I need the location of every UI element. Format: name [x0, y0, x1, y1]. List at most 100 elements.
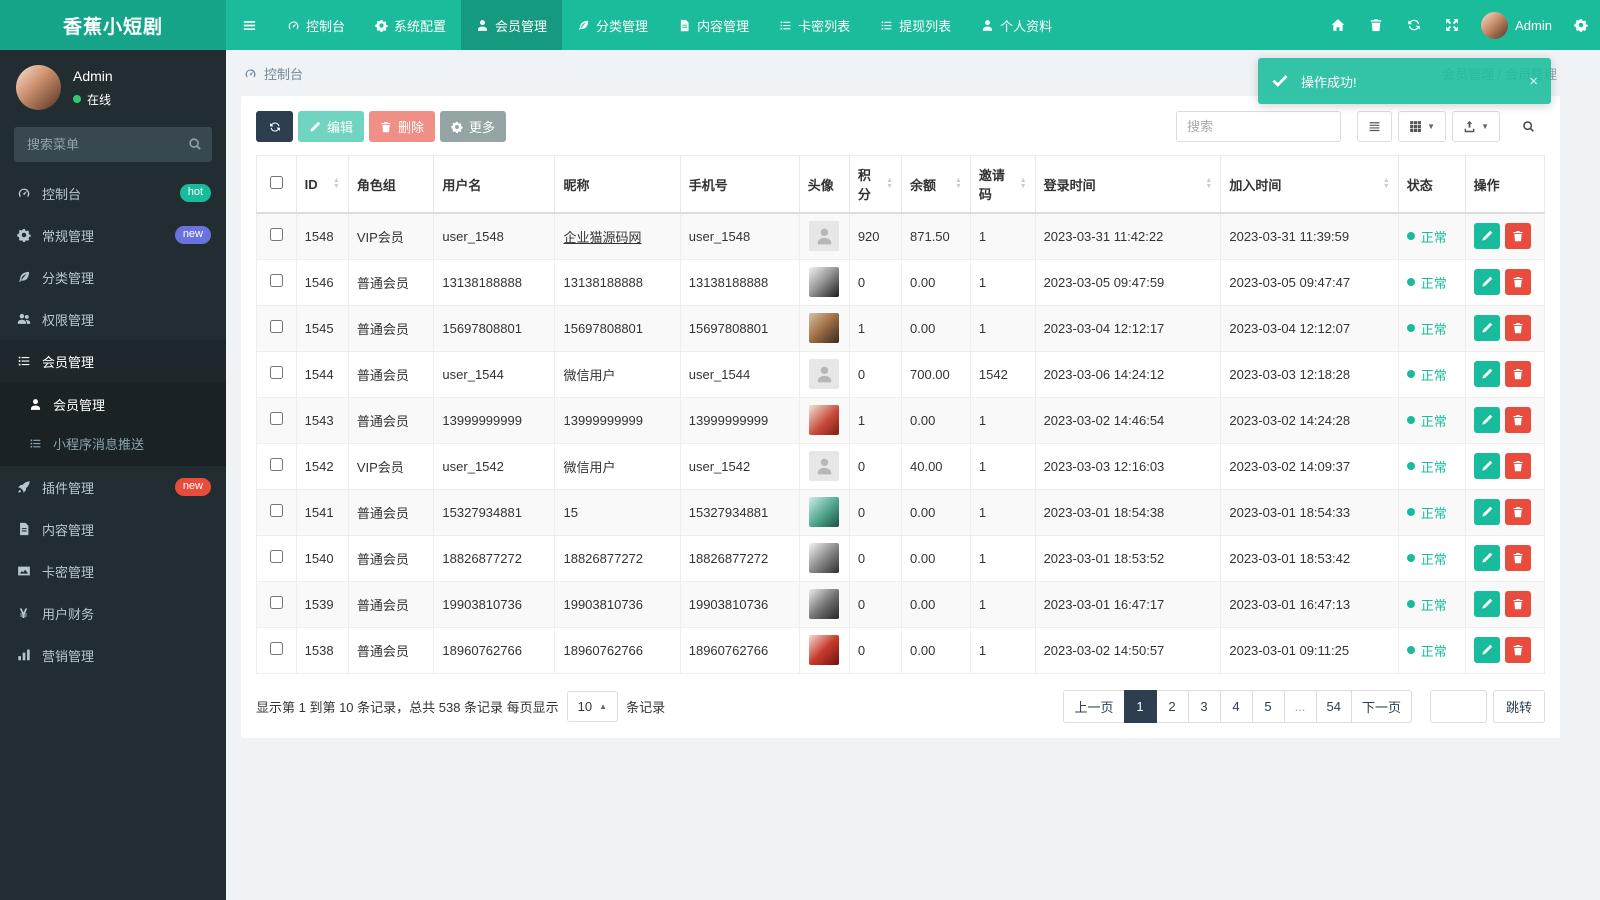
page-button[interactable]: 54 [1315, 689, 1352, 723]
delete-button[interactable]: 删除 [369, 111, 436, 142]
topnav-item[interactable]: 系统配置 [360, 0, 461, 50]
delete-row-button[interactable] [1504, 453, 1531, 479]
detail-view-button[interactable] [1357, 111, 1393, 142]
row-checkbox[interactable] [269, 550, 283, 563]
search-toggle-button[interactable] [1512, 111, 1545, 142]
sidebar-item[interactable]: 会员管理 [0, 340, 226, 382]
delete-row-button[interactable] [1504, 499, 1531, 525]
sidebar-search-input[interactable] [14, 127, 212, 162]
sidebar-item[interactable]: 营销管理 [0, 634, 226, 676]
edit-row-button[interactable] [1473, 499, 1500, 525]
cell-username: 15697808801 [433, 304, 556, 352]
row-checkbox[interactable] [269, 366, 283, 379]
delete-row-button[interactable] [1504, 315, 1531, 341]
edit-row-button[interactable] [1473, 269, 1500, 295]
topnav-item[interactable]: 内容管理 [663, 0, 764, 50]
edit-row-button[interactable] [1473, 453, 1500, 479]
toast-close-button[interactable]: × [1529, 74, 1538, 89]
sidebar-toggle-button[interactable] [226, 0, 272, 50]
sidebar-subitem[interactable]: 小程序消息推送 [0, 424, 226, 463]
pagination: 上一页 1 2 3 4 5... 54 下一页 [1063, 689, 1412, 723]
topnav-item[interactable]: 提现列表 [865, 0, 966, 50]
refresh-button[interactable] [256, 111, 293, 142]
edit-row-button[interactable] [1473, 407, 1500, 433]
row-checkbox[interactable] [269, 412, 283, 425]
edit-row-button[interactable] [1473, 223, 1500, 250]
next-page-button[interactable]: 下一页 [1350, 689, 1412, 723]
export-button[interactable]: ▼ [1452, 111, 1500, 142]
row-checkbox[interactable] [269, 596, 283, 609]
edit-row-button[interactable] [1473, 637, 1500, 663]
sidebar-item[interactable]: 分类管理 [0, 256, 226, 298]
delete-row-button[interactable] [1504, 407, 1531, 433]
jump-page-input[interactable] [1429, 689, 1487, 723]
sidebar-item[interactable]: 内容管理 [0, 508, 226, 550]
delete-row-button[interactable] [1504, 269, 1531, 295]
page-button[interactable]: 1 [1123, 689, 1157, 723]
sidebar-item[interactable]: 卡密管理 [0, 550, 226, 592]
nickname-link[interactable]: 企业猫源码网 [563, 230, 641, 245]
page-button[interactable]: 4 [1219, 689, 1253, 723]
sync-button[interactable] [1395, 0, 1433, 50]
cell-balance: 0.00 [901, 626, 971, 674]
sidebar-item[interactable]: ¥ 用户财务 [0, 592, 226, 634]
delete-row-button[interactable] [1504, 591, 1531, 617]
sidebar-item[interactable]: 常规管理 new [0, 214, 226, 256]
row-checkbox[interactable] [269, 458, 283, 471]
edit-row-button[interactable] [1473, 591, 1500, 617]
column-header[interactable]: 登录时间 ▲ ▼ [1034, 155, 1222, 214]
row-checkbox[interactable] [269, 320, 283, 333]
column-header[interactable]: 邀请码 ▲ ▼ [969, 155, 1036, 214]
select-all-checkbox[interactable] [269, 176, 283, 189]
column-header[interactable]: ID ▲ ▼ [295, 155, 349, 214]
sidebar-item[interactable]: 插件管理 new [0, 466, 226, 508]
columns-button[interactable]: ▼ [1398, 111, 1447, 142]
cell-balance: 0.00 [901, 534, 971, 582]
delete-row-button[interactable] [1504, 361, 1531, 387]
caret-up-icon: ▲ [599, 701, 608, 711]
page-button[interactable]: 2 [1155, 689, 1189, 723]
cell-select [256, 488, 297, 536]
topnav-item[interactable]: 会员管理 [461, 0, 563, 50]
delete-row-button[interactable] [1504, 637, 1531, 663]
column-header[interactable]: 积分 ▲ ▼ [848, 155, 903, 214]
topnav-item[interactable]: 控制台 [272, 0, 360, 50]
grid-icon [1409, 120, 1422, 133]
table-search-input[interactable] [1176, 111, 1342, 142]
sidebar-item-label: 会员管理 [42, 354, 95, 370]
home-icon [1331, 18, 1345, 32]
prev-page-button[interactable]: 上一页 [1063, 689, 1125, 723]
topnav-item[interactable]: 卡密列表 [764, 0, 865, 50]
column-header[interactable]: 加入时间 ▲ ▼ [1220, 155, 1399, 214]
jump-button[interactable]: 跳转 [1492, 689, 1545, 723]
delete-row-button[interactable] [1504, 545, 1531, 571]
column-header[interactable]: 余额 ▲ ▼ [901, 155, 971, 214]
row-checkbox[interactable] [269, 228, 283, 242]
delete-row-button[interactable] [1504, 223, 1531, 250]
page-button[interactable]: 3 [1187, 689, 1221, 723]
row-checkbox[interactable] [269, 274, 283, 287]
cell-login-time: 2023-03-02 14:50:57 [1034, 626, 1222, 674]
edit-row-button[interactable] [1473, 315, 1500, 341]
trash-button[interactable] [1357, 0, 1395, 50]
edit-button[interactable]: 编辑 [298, 111, 365, 142]
justify-icon [1368, 120, 1381, 133]
row-checkbox[interactable] [269, 642, 283, 655]
edit-row-button[interactable] [1473, 545, 1500, 571]
expand-button[interactable] [1433, 0, 1471, 50]
per-page-select[interactable]: 10 ▲ [566, 690, 619, 722]
sidebar-item[interactable]: 权限管理 [0, 298, 226, 340]
edit-row-button[interactable] [1473, 361, 1500, 387]
user-menu[interactable]: Admin [1471, 11, 1562, 39]
cell-id: 1539 [295, 580, 349, 628]
page-button[interactable]: 5 [1251, 689, 1285, 723]
topnav-item[interactable]: 分类管理 [562, 0, 663, 50]
row-checkbox[interactable] [269, 504, 283, 517]
sidebar-subitem[interactable]: 会员管理 [0, 385, 226, 424]
sidebar-item[interactable]: 控制台 hot [0, 172, 226, 214]
home-button[interactable] [1319, 0, 1357, 50]
yen-icon: ¥ [19, 605, 28, 621]
topnav-item[interactable]: 个人资料 [966, 0, 1067, 50]
more-button[interactable]: 更多 [440, 111, 507, 142]
settings-button[interactable] [1562, 0, 1600, 50]
